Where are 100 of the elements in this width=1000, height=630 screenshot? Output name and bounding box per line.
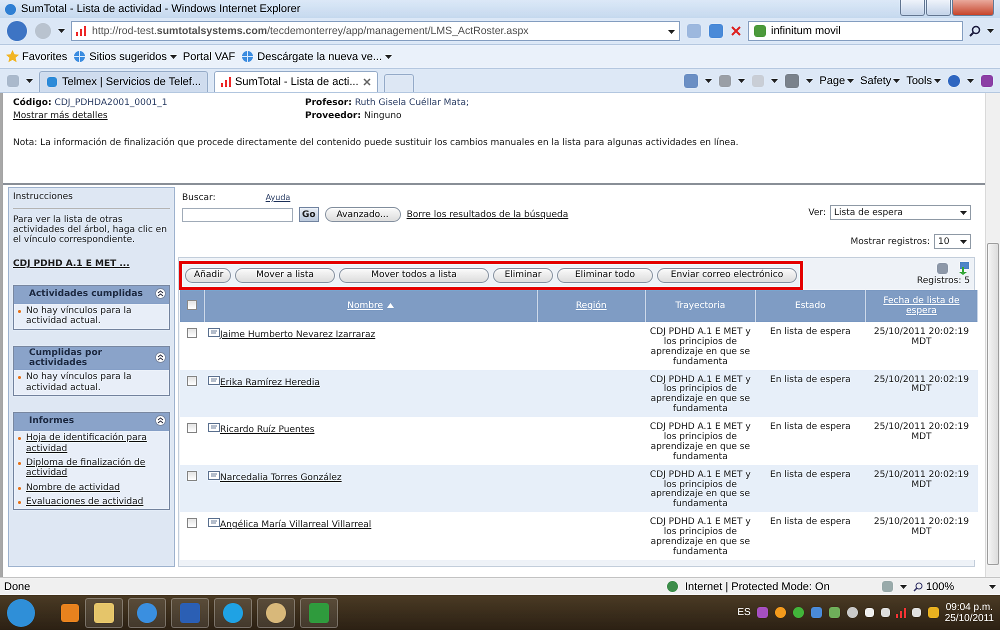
command-menu[interactable]: Safety (860, 74, 900, 86)
path-cell: CDJ PDHD A.1 E MET y los principios de aprendizaje en que se fundamenta (650, 327, 751, 367)
collapse-icon[interactable] (155, 415, 166, 426)
advanced-button[interactable]: Avanzado... (324, 207, 401, 222)
caret-icon[interactable] (668, 30, 675, 34)
caret-icon[interactable] (967, 78, 974, 82)
caret-icon[interactable] (900, 584, 907, 588)
scroll-thumb[interactable] (987, 243, 999, 565)
row-checkbox[interactable] (187, 518, 197, 528)
favorites-item[interactable]: Favorites (6, 50, 68, 63)
action-button[interactable]: Enviar correo electrónico (657, 268, 797, 282)
path-cell: CDJ PDHD A.1 E MET y los principios de aprendizaje en que se fundamenta (650, 422, 751, 462)
date-cell: 25/10/2011 20:02:19 MDT (874, 374, 970, 394)
select-all-checkbox[interactable] (186, 300, 197, 310)
collapse-icon[interactable] (155, 288, 166, 299)
caret-icon[interactable] (385, 54, 392, 58)
caret-icon[interactable] (738, 78, 746, 82)
report-link[interactable]: Diploma de finalización de actividad (26, 458, 165, 479)
learner-name-link[interactable]: Ricardo Ruíz Puentes (220, 426, 314, 436)
bullet-icon (18, 486, 21, 490)
report-link[interactable]: Evaluaciones de actividad (26, 496, 144, 508)
minimize-button[interactable] (900, 0, 925, 16)
favorites-item[interactable]: Portal VAF (182, 50, 236, 62)
status-text: Done (4, 580, 30, 592)
caret-icon[interactable] (170, 54, 177, 58)
caret-icon[interactable] (58, 29, 65, 33)
date-cell: 25/10/2011 20:02:19 MDT (874, 470, 970, 490)
status-cell: En lista de espera (770, 327, 851, 337)
note-text: Nota: La información de finalización que procede directamente del contenido puede sustituir los cambios manuales en la lista para algunas actividades en línea. (13, 138, 740, 148)
clock-date[interactable]: 25/10/2011 (944, 612, 994, 624)
address-field[interactable]: http://rod-test.sumtotalsystems.com/tecdemonterrey/app/management/LMS_ActRoster.aspx (71, 21, 680, 41)
record-count: Registros: 5 (916, 276, 970, 286)
details-link[interactable]: Mostrar más detalles (13, 111, 108, 121)
date-cell: 25/10/2011 20:02:19 MDT (874, 327, 970, 347)
scrollbar[interactable] (985, 93, 1000, 577)
action-button[interactable]: Eliminar (493, 268, 553, 282)
go-button[interactable]: Go (299, 207, 319, 222)
instructions-text: Para ver la lista de otras actividades del árbol, haga clic en el vínculo correspondiente. (13, 215, 168, 245)
caret-icon[interactable] (960, 210, 967, 214)
favorites-item[interactable]: Descárgate la nueva ve... (241, 50, 392, 63)
code-value: CDJ_PDHDA2001_0001_1 (54, 98, 168, 108)
browser-tab[interactable]: Telmex | Servicios de Telef... (39, 71, 208, 92)
search-field[interactable]: infinitum movil (748, 21, 963, 41)
maximize-button[interactable] (926, 0, 951, 16)
close-icon[interactable] (362, 78, 370, 86)
help-link[interactable]: Ayuda (266, 193, 290, 203)
empty-message: No hay vínculos para la actividad actual. (26, 372, 133, 394)
close-icon[interactable] (730, 25, 742, 37)
signal-bars-icon (76, 26, 86, 36)
command-menu[interactable]: Page (819, 74, 854, 86)
caret-icon[interactable] (893, 78, 900, 82)
column-header: Trayectoria (675, 301, 726, 311)
search-input[interactable] (182, 208, 293, 222)
page-size-select[interactable]: 10 (934, 234, 971, 249)
caret-icon[interactable] (989, 584, 996, 588)
clear-search-link[interactable]: Borre los resultados de la búsqueda (406, 210, 568, 220)
caret-icon[interactable] (705, 78, 712, 82)
row-checkbox[interactable] (187, 423, 197, 434)
report-link[interactable]: Nombre de actividad (26, 482, 120, 493)
export-icon[interactable] (957, 262, 970, 275)
browser-tab[interactable]: SumTotal - Lista de acti... (214, 71, 378, 92)
search-label: Buscar: (182, 193, 216, 203)
tree-link[interactable]: CDJ PDHD A.1 E MET ... (13, 259, 170, 269)
language-indicator[interactable]: ES (737, 607, 751, 618)
caret-icon[interactable] (806, 78, 814, 82)
report-link[interactable]: Hoja de identificación para actividad (26, 433, 165, 454)
collapse-icon[interactable] (155, 352, 166, 363)
path-cell: CDJ PDHD A.1 E MET y los principios de aprendizaje en que se fundamenta (650, 374, 751, 414)
caret-icon[interactable] (960, 240, 967, 244)
caret-icon[interactable] (987, 29, 994, 33)
row-checkbox[interactable] (187, 328, 197, 338)
action-button[interactable]: Mover a lista (235, 268, 335, 282)
favorites-item[interactable]: Sitios sugeridos (73, 50, 177, 63)
row-checkbox[interactable] (187, 376, 197, 386)
caret-icon[interactable] (847, 78, 854, 82)
teacher-value: Ruth Gisela Cuéllar Mata; (354, 98, 470, 108)
action-button[interactable]: Añadir (185, 268, 231, 282)
learner-name-link[interactable]: Erika Ramírez Heredia (220, 378, 320, 388)
caret-icon[interactable] (771, 78, 778, 82)
clock-time[interactable]: 09:04 p.m. (946, 602, 993, 612)
sort-up-icon[interactable] (386, 303, 394, 308)
view-select[interactable]: Lista de espera (830, 205, 971, 220)
action-button[interactable]: Mover todos a lista (339, 268, 489, 282)
date-cell: 25/10/2011 20:02:19 MDT (874, 517, 970, 538)
learner-name-link[interactable]: Angélica María Villarreal Villarreal (220, 521, 372, 532)
learner-name-link[interactable]: Narcedalia Torres González (220, 474, 342, 484)
close-button[interactable] (952, 0, 994, 16)
command-menu[interactable]: Tools (906, 74, 941, 86)
caret-icon[interactable] (934, 78, 941, 82)
empty-message: No hay vínculos para la actividad actual. (26, 306, 133, 327)
bullet-icon (18, 500, 21, 504)
row-checkbox[interactable] (187, 470, 197, 481)
action-button[interactable]: Eliminar todo (557, 268, 653, 282)
caret-icon[interactable] (26, 78, 33, 82)
bullet-icon (18, 462, 21, 465)
search-icon[interactable] (969, 25, 981, 37)
url-text: http://rod-test.sumtotalsystems.com/tecdemonterrey/app/management/LMS_ActRoster.aspx (92, 25, 529, 37)
learner-name-link[interactable]: Jaime Humberto Nevarez Izarraraz (220, 331, 376, 341)
provider-label: Proveedor: (305, 111, 361, 121)
zoom-level[interactable]: 100% (913, 580, 983, 592)
